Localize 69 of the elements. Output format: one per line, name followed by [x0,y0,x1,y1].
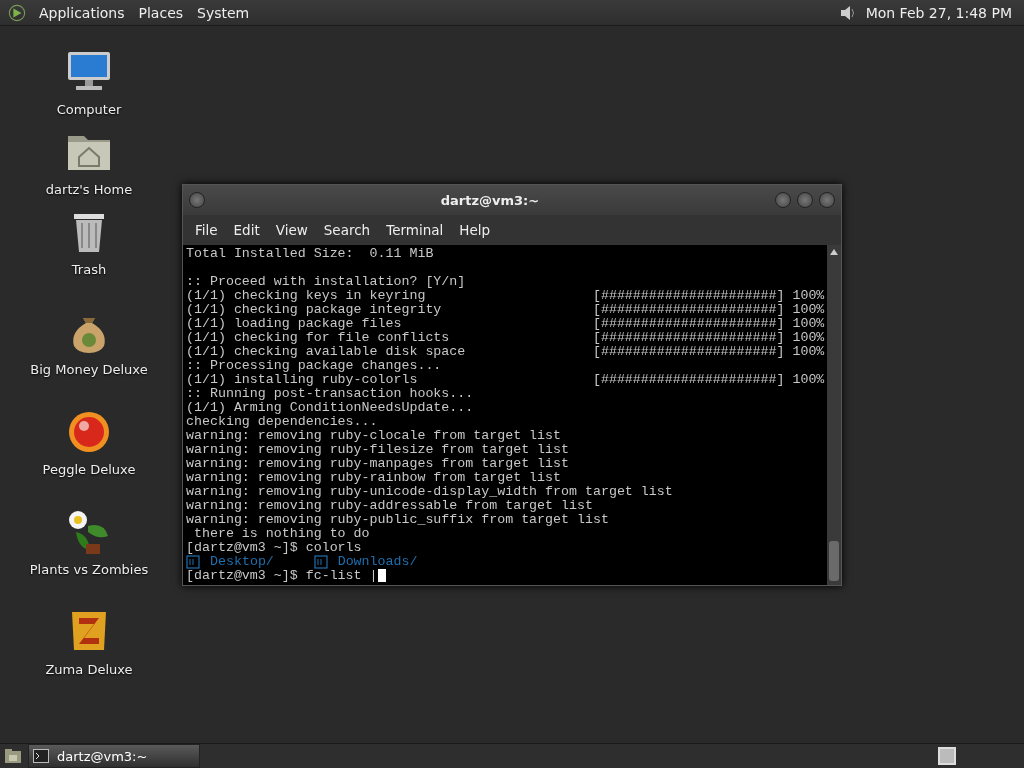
panel-menu[interactable]: Applications [32,4,132,21]
progress-percent: 100% [792,345,825,359]
terminal-line: warning: removing ruby-unicode-display_width from target list [186,485,673,499]
taskbar-button[interactable]: dartz@vm3:~ [28,744,200,768]
progress-bar-text: [######################] [592,303,785,317]
progress-bar-text: [######################] [592,331,785,345]
terminal-line: [dartz@vm3 ~]$ colorls [186,541,362,555]
terminal-line: [dartz@vm3 ~]$ fc-list | [186,569,378,583]
progress-percent: 100% [792,317,825,331]
terminal-line: there is nothing to do [192,527,370,541]
menu-item[interactable]: Terminal [378,222,452,238]
progress-percent: 100% [792,289,825,303]
menu-item[interactable]: Edit [225,222,268,238]
terminal-line: :: Processing package changes... [186,359,442,373]
panel-menu[interactable]: Places [131,4,191,21]
desktop-icon-label[interactable]: Peggle Deluxe [42,462,136,477]
desktop-icon-label[interactable]: Plants vs Zombies [29,562,149,577]
terminal-line: Total Installed Size: 0.11 MiB [186,247,434,261]
workspace-switcher[interactable] [938,747,956,765]
terminal-line: (1/1) Arming ConditionNeedsUpdate... [186,401,474,415]
terminal-line: checking dependencies... [186,415,378,429]
terminal-line: (1/1) checking package integrity [186,303,443,317]
window-menu-button[interactable] [189,192,205,208]
clock[interactable]: Mon Feb 27, 1:48 PM [865,4,1012,21]
panel-menu[interactable]: System [190,4,257,21]
directory-name: Downloads/ [337,555,418,569]
scroll-up-icon[interactable] [829,248,839,256]
minimize-button[interactable] [775,192,791,208]
window-title: dartz@vm3:~ [439,192,541,208]
terminal-line: (1/1) checking for file conflicts [186,331,451,345]
terminal-line: (1/1) checking keys in keyring [186,289,427,303]
desktop-icon-label[interactable]: Trash [71,262,107,277]
desktop-icon-label[interactable]: dartz's Home [45,182,133,197]
terminal-line: (1/1) checking available disk space [186,345,467,359]
progress-bar-text: [######################] [592,345,785,359]
terminal-line: :: Proceed with installation? [Y/n] [186,275,466,289]
folder-icon [186,555,200,569]
terminal-line: (1/1) loading package files [186,317,403,331]
progress-bar-text: [######################] [592,373,785,387]
progress-bar-text: [######################] [592,289,785,303]
close-button[interactable] [819,192,835,208]
terminal-line: :: Running post-transaction hooks... [186,387,474,401]
directory-name: Desktop/ [210,555,274,569]
terminal-line: warning: removing ruby-addressable from target list [186,499,593,513]
folder-icon [313,555,328,569]
terminal-line: warning: removing ruby-rainbow from target list [186,471,562,485]
terminal-line: warning: removing ruby-manpages from target list [186,457,569,471]
menu-item[interactable]: Help [451,222,499,238]
menu-logo-icon[interactable] [8,3,26,22]
terminal-line: warning: removing ruby-filesize from target list [186,443,569,457]
progress-bar-text: [######################] [592,317,785,331]
progress-percent: 100% [792,331,825,345]
maximize-button[interactable] [797,192,813,208]
desktop-icon-label[interactable]: Big Money Deluxe [30,362,148,377]
menu-item[interactable]: File [187,222,226,238]
desktop-icon-label[interactable]: Zuma Deluxe [45,662,133,677]
progress-percent: 100% [792,303,825,317]
cursor [377,569,386,582]
terminal-line: warning: removing ruby-public_suffix from target list [186,513,609,527]
terminal-line: warning: removing ruby-clocale from target list [186,429,562,443]
terminal-line: (1/1) installing ruby-colorls [186,373,419,387]
scrollbar[interactable] [827,245,841,585]
desktop-icon-label[interactable]: Computer [56,102,122,117]
scrollbar-thumb[interactable] [829,541,839,581]
menu-item[interactable]: View [267,222,316,238]
show-desktop-icon[interactable] [4,748,22,764]
terminal-icon [33,749,49,763]
progress-percent: 100% [792,373,825,387]
menu-item[interactable]: Search [315,222,379,238]
